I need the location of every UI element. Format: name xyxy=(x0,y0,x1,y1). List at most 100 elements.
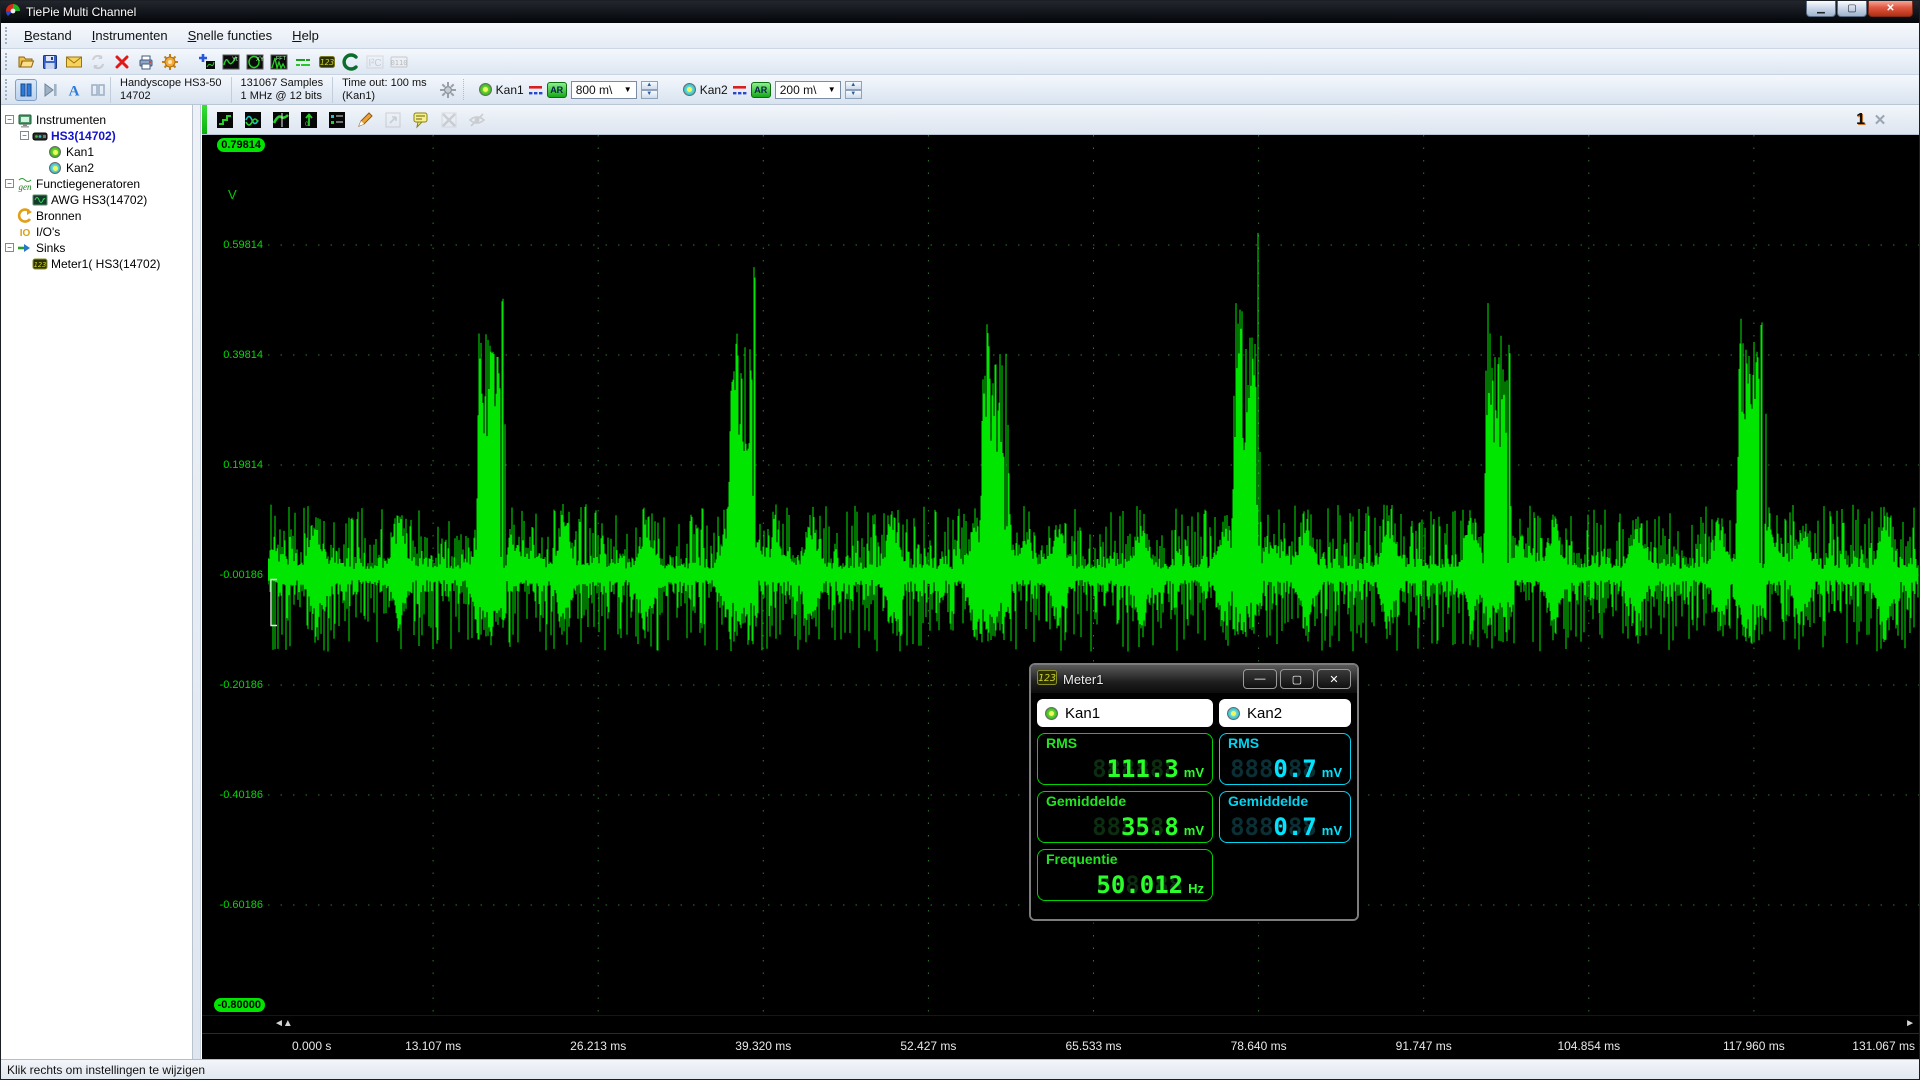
meter-display-button[interactable]: 123 xyxy=(315,51,339,73)
autorange-button[interactable]: AR xyxy=(750,81,771,98)
autorange-button[interactable]: AR xyxy=(546,81,567,98)
meter-kan1-gemiddelde[interactable]: Gemiddelde 888888 35.8 mV xyxy=(1037,791,1213,843)
svg-text:gen: gen xyxy=(19,182,32,192)
binary-display-icon: 0110 xyxy=(390,53,408,71)
range-value: 800 m\ xyxy=(575,82,613,97)
meter-kan1-frequentie[interactable]: Frequentie 888888 50.012 Hz xyxy=(1037,849,1213,901)
email-button[interactable] xyxy=(62,51,86,73)
trigger-level-marker[interactable] xyxy=(270,578,277,627)
time-scrollbar[interactable]: ◄▲ ► xyxy=(202,1015,1919,1033)
autosetup-icon: A xyxy=(65,81,83,99)
meter-kan1-rms[interactable]: RMS 888888 111.3 mV xyxy=(1037,733,1213,785)
menu-help[interactable]: Help xyxy=(282,25,329,46)
meter-kan2-rms[interactable]: RMS 888888 0.7 mV xyxy=(1219,733,1351,785)
y-axis-unit: V xyxy=(228,187,237,202)
tree-item-label: Bronnen xyxy=(36,208,82,223)
record-info[interactable]: 131067 Samples 1 MHz @ 12 bits xyxy=(230,76,333,103)
tree-item-hs3-14702[interactable]: − HS3(14702) xyxy=(5,128,192,143)
level-graph-button[interactable] xyxy=(291,51,315,73)
chevron-down-icon: ▼ xyxy=(827,85,836,94)
timeout-info[interactable]: Time out: 100 ms (Kan1) xyxy=(332,76,436,103)
interpolate-button[interactable] xyxy=(240,108,266,132)
graph-number: 1 xyxy=(1856,110,1865,128)
tree-expander[interactable]: − xyxy=(20,131,29,140)
step-display-icon xyxy=(216,111,234,129)
yt-graph-button[interactable]: Yt xyxy=(219,51,243,73)
autosetup-button[interactable]: A xyxy=(63,79,85,101)
meter-tab-kan2[interactable]: Kan2 xyxy=(1219,699,1351,727)
tree-item-label: Kan1 xyxy=(66,144,95,159)
coupling-icon[interactable] xyxy=(732,84,747,96)
tree-item-sinks[interactable]: − Sinks xyxy=(5,240,192,255)
tree-item-bronnen[interactable]: Bronnen xyxy=(5,207,192,223)
y-axis[interactable]: V 0.79814 0.59814 0.39814 0.19814 -0.00186 -0… xyxy=(202,135,268,1015)
tree-item-kan1[interactable]: Kan1 xyxy=(5,144,192,159)
pen-button[interactable] xyxy=(352,108,378,132)
measurement-label: Gemiddelde xyxy=(1228,793,1309,809)
add-graph-button[interactable] xyxy=(195,51,219,73)
graph-close-icon[interactable]: ✕ xyxy=(1869,109,1891,131)
autoscale-button[interactable]: 0 xyxy=(296,108,322,132)
main-toolbar: Yt XY FFT 123 I²C 0110 xyxy=(1,49,1919,75)
meter-close-button[interactable]: ✕ xyxy=(1317,669,1351,689)
tree-item-meter1-hs3-14702[interactable]: 123 Meter1( HS3(14702) xyxy=(5,256,192,271)
meter-title-bar[interactable]: 123 Meter1 — ▢ ✕ xyxy=(1031,665,1357,693)
minimize-button[interactable]: ▁ xyxy=(1806,1,1836,17)
coupling-icon[interactable] xyxy=(528,84,543,96)
envelope-button[interactable] xyxy=(268,108,294,132)
scope-c-button[interactable] xyxy=(339,51,363,73)
instruments-icon xyxy=(17,113,33,128)
tree-item-functiegeneratoren[interactable]: − gen Functiegeneratoren xyxy=(5,176,192,192)
meter-minimize-button[interactable]: — xyxy=(1243,669,1277,689)
tree-item-kan2[interactable]: Kan2 xyxy=(5,160,192,175)
tooltip-icon xyxy=(412,111,430,129)
scroll-right-icon[interactable]: ► xyxy=(1905,1018,1915,1029)
tree-item-i-o-s[interactable]: IO I/O's xyxy=(5,224,192,239)
delete-button[interactable] xyxy=(110,51,134,73)
sidebar-splitter[interactable] xyxy=(193,105,201,1059)
x-axis-label: 131.067 ms xyxy=(1852,1039,1915,1053)
measurement-value: 0.7 xyxy=(1273,755,1317,783)
tree-expander[interactable]: − xyxy=(5,115,14,124)
x-axis-label: 13.107 ms xyxy=(405,1039,462,1053)
step-display-button[interactable] xyxy=(212,108,238,132)
tree-expander[interactable]: − xyxy=(5,179,14,188)
x-axis-label: 65.533 ms xyxy=(1065,1039,1122,1053)
tree-item-instrumenten[interactable]: − Instrumenten xyxy=(5,112,192,128)
fft-graph-button[interactable]: FFT xyxy=(267,51,291,73)
xy-graph-button[interactable]: XY xyxy=(243,51,267,73)
range-select[interactable]: 800 m\ ▼ xyxy=(570,80,637,99)
device-info: Handyscope HS3-50 14702 xyxy=(110,76,231,103)
meter-maximize-button[interactable]: ▢ xyxy=(1280,669,1314,689)
i2c-icon: I²C xyxy=(366,53,384,71)
tooltip-button[interactable] xyxy=(408,108,434,132)
x-axis-label: 78.640 ms xyxy=(1230,1039,1287,1053)
menu-snelle-functies[interactable]: Snelle functies xyxy=(178,25,283,46)
measurement-value: 111.3 xyxy=(1106,755,1179,783)
tree-item-awg-hs3-14702[interactable]: AWG HS3(14702) xyxy=(5,192,192,207)
trigger-time-marker[interactable]: ◄▲ xyxy=(274,1018,293,1029)
range-down-button[interactable]: ▼ xyxy=(640,89,658,99)
maximize-button[interactable]: ▢ xyxy=(1837,1,1867,17)
x-axis-label: 91.747 ms xyxy=(1395,1039,1452,1053)
print-button[interactable] xyxy=(134,51,158,73)
range-up-button[interactable]: ▲ xyxy=(640,80,658,90)
settings-button[interactable] xyxy=(158,51,182,73)
save-button[interactable] xyxy=(38,51,62,73)
pause-button[interactable] xyxy=(15,78,37,101)
channel-group-kan1: Kan1 AR 800 m\ ▼ ▲ ▼ xyxy=(473,80,664,99)
open-button[interactable] xyxy=(14,51,38,73)
channels-button[interactable] xyxy=(324,108,350,132)
x-axis[interactable]: 0.000 s 13.107 ms 26.213 ms 39.320 ms 52.427… xyxy=(202,1033,1919,1059)
meter-kan2-gemiddelde[interactable]: Gemiddelde 888888 0.7 mV xyxy=(1219,791,1351,843)
range-select[interactable]: 200 m\ ▼ xyxy=(774,80,841,99)
gen-icon: gen xyxy=(17,177,33,192)
meter-tab-kan1[interactable]: Kan1 xyxy=(1037,699,1213,727)
range-down-button[interactable]: ▼ xyxy=(844,89,862,99)
close-button[interactable]: ✕ xyxy=(1868,1,1913,17)
tree-expander[interactable]: − xyxy=(5,243,14,252)
range-up-button[interactable]: ▲ xyxy=(844,80,862,90)
menu-bestand[interactable]: Bestand xyxy=(14,25,82,46)
menu-instrumenten[interactable]: Instrumenten xyxy=(82,25,178,46)
y-axis-label: 0.59814 xyxy=(223,239,263,251)
